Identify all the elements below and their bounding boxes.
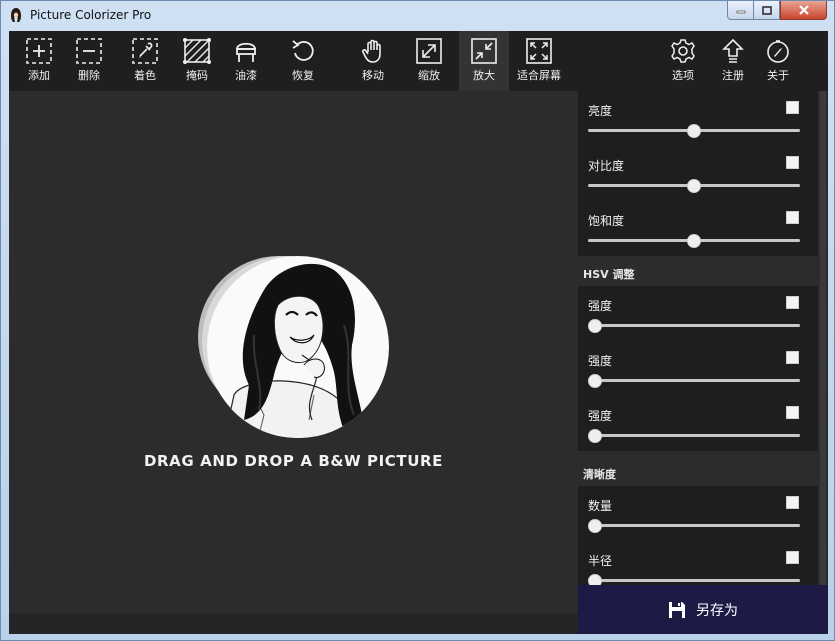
compass-icon (767, 40, 789, 63)
sharpness-amount-checkbox[interactable] (786, 496, 799, 509)
mask-button[interactable]: 掩码 (181, 31, 213, 91)
hsv-intensity-1-slider-track[interactable] (588, 324, 800, 327)
app-window: Picture Colorizer Pro 添加 删除 着色 掩码 油漆 恢复 … (0, 0, 835, 641)
fit-screen-icon (526, 38, 552, 64)
hsv-intensity-2-label: 强度 (588, 354, 613, 368)
hsv-intensity-3-slider-thumb[interactable] (588, 429, 602, 443)
register-label: 注册 (722, 69, 744, 82)
delete-button[interactable]: 删除 (73, 31, 105, 91)
panel-scrollbar[interactable] (818, 91, 828, 585)
add-button[interactable]: 添加 (23, 31, 55, 91)
move-label: 移动 (362, 69, 384, 82)
save-as-button[interactable]: 另存为 (578, 585, 828, 634)
hsv-adjustments-group: 强度 强度 强度 (578, 286, 818, 451)
mask-label: 掩码 (186, 69, 208, 82)
title-bar[interactable]: Picture Colorizer Pro (1, 1, 834, 29)
hsv-intensity-1-checkbox[interactable] (786, 296, 799, 309)
restore-button[interactable]: 恢复 (287, 31, 319, 91)
add-icon (26, 38, 52, 64)
hsv-intensity-3-checkbox[interactable] (786, 406, 799, 419)
shrink-icon (471, 38, 497, 64)
hsv-intensity-1-slider-thumb[interactable] (588, 319, 602, 333)
about-button[interactable]: 关于 (762, 31, 794, 91)
sharpness-section-title: 清晰度 (583, 468, 616, 481)
close-button[interactable] (780, 1, 827, 20)
sharpness-radius-label: 半径 (588, 554, 613, 568)
app-logo-icon (11, 8, 21, 22)
zoom-in-label: 放大 (473, 69, 495, 82)
delete-label: 删除 (78, 69, 100, 82)
panel-scrollbar-thumb[interactable] (820, 91, 826, 585)
sharpness-amount-slider-thumb[interactable] (588, 519, 602, 533)
options-label: 选项 (672, 69, 694, 82)
saturation-checkbox[interactable] (786, 211, 799, 224)
gear-icon (671, 39, 695, 63)
status-bar (9, 613, 578, 634)
sharpness-radius-slider-track[interactable] (588, 579, 800, 582)
paint-brush-icon (236, 42, 256, 62)
client-area: 添加 删除 着色 掩码 油漆 恢复 移动 缩放 放大 适合屏幕 选项 注册 关于… (9, 31, 828, 634)
undo-icon (292, 40, 314, 61)
contrast-slider-thumb[interactable] (687, 179, 701, 193)
hsv-intensity-2-checkbox[interactable] (786, 351, 799, 364)
adjustments-panel: 亮度 对比度 饱和度 HSV 调整 强度 强度 强度 清晰度 数量 半径 (578, 91, 828, 585)
minimize-button[interactable] (727, 1, 754, 20)
paint-label: 油漆 (235, 69, 257, 82)
placeholder-portrait-image (198, 256, 389, 438)
brightness-label: 亮度 (588, 104, 613, 118)
sharpness-radius-checkbox[interactable] (786, 551, 799, 564)
restore-label: 恢复 (292, 69, 314, 82)
about-label: 关于 (767, 69, 789, 82)
options-button[interactable]: 选项 (667, 31, 699, 91)
floppy-disk-icon (669, 601, 685, 618)
contrast-label: 对比度 (588, 159, 625, 173)
maximize-button[interactable] (753, 1, 780, 20)
save-as-label: 另存为 (696, 602, 738, 619)
image-canvas[interactable]: DRAG AND DROP A B&W PICTURE (9, 91, 578, 613)
hsv-intensity-3-slider-track[interactable] (588, 434, 800, 437)
move-button[interactable]: 移动 (357, 31, 389, 91)
basic-adjustments-group: 亮度 对比度 饱和度 (578, 91, 818, 256)
contrast-checkbox[interactable] (786, 156, 799, 169)
maximize-icon (761, 5, 772, 15)
sharpness-amount-label: 数量 (588, 499, 613, 513)
colorize-label: 着色 (134, 69, 156, 82)
hsv-section-title: HSV 调整 (583, 268, 635, 281)
brightness-slider-thumb[interactable] (687, 124, 701, 138)
hsv-intensity-2-slider-thumb[interactable] (588, 374, 602, 388)
paint-button[interactable]: 油漆 (230, 31, 262, 91)
zoom-in-button[interactable]: 放大 (459, 31, 509, 91)
scale-label: 缩放 (418, 69, 440, 82)
drop-hint-text: DRAG AND DROP A B&W PICTURE (143, 452, 444, 470)
minimize-icon (736, 10, 745, 14)
brightness-checkbox[interactable] (786, 101, 799, 114)
saturation-label: 饱和度 (588, 214, 625, 228)
add-label: 添加 (28, 69, 50, 82)
fit-screen-label: 适合屏幕 (517, 69, 561, 82)
sharpness-adjustments-group: 数量 半径 (578, 486, 818, 585)
upload-arrow-icon (722, 38, 744, 63)
close-icon (798, 5, 809, 15)
fit-screen-button[interactable]: 适合屏幕 (514, 31, 564, 91)
register-button[interactable]: 注册 (717, 31, 749, 91)
hsv-intensity-1-label: 强度 (588, 299, 613, 313)
sharpness-radius-slider-thumb[interactable] (588, 574, 602, 585)
mask-hatch-icon (183, 38, 211, 64)
toolbar: 添加 删除 着色 掩码 油漆 恢复 移动 缩放 放大 适合屏幕 选项 注册 关于 (9, 31, 828, 91)
hsv-intensity-3-label: 强度 (588, 409, 613, 423)
delete-icon (76, 38, 102, 64)
saturation-slider-thumb[interactable] (687, 234, 701, 248)
eyedropper-icon (132, 38, 158, 64)
colorize-button[interactable]: 着色 (129, 31, 161, 91)
expand-icon (416, 38, 442, 64)
sharpness-amount-slider-track[interactable] (588, 524, 800, 527)
scale-button[interactable]: 缩放 (413, 31, 445, 91)
hand-icon (362, 39, 381, 63)
hsv-intensity-2-slider-track[interactable] (588, 379, 800, 382)
window-title: Picture Colorizer Pro (30, 8, 152, 22)
